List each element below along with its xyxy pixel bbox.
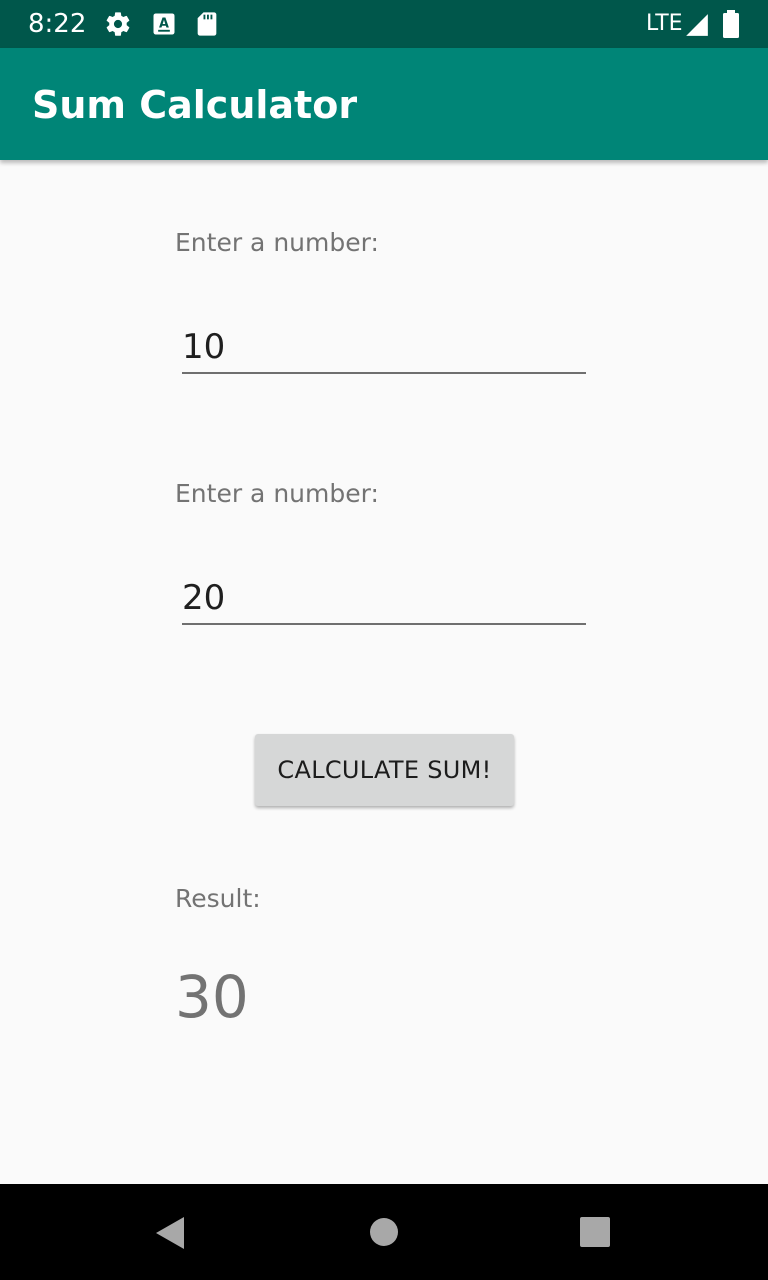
- result-value: 30: [175, 963, 249, 1031]
- network-type: LTE: [646, 11, 683, 36]
- svg-text:A: A: [159, 17, 169, 32]
- back-icon[interactable]: [138, 1200, 202, 1264]
- second-number-label: Enter a number:: [175, 479, 379, 508]
- a-keyboard-icon: A: [150, 10, 178, 38]
- first-number-label: Enter a number:: [175, 228, 379, 257]
- app-title: Sum Calculator: [32, 83, 358, 127]
- second-number-input[interactable]: [182, 573, 586, 625]
- navigation-bar: [0, 1184, 768, 1280]
- result-label: Result:: [175, 884, 261, 913]
- status-bar: 8:22 A LTE: [0, 0, 768, 48]
- calculate-sum-button[interactable]: CALCULATE SUM!: [255, 734, 514, 806]
- recents-icon[interactable]: [563, 1200, 627, 1264]
- sd-card-icon: [193, 10, 221, 38]
- app-bar: Sum Calculator: [0, 48, 768, 160]
- home-icon[interactable]: [352, 1200, 416, 1264]
- first-number-input[interactable]: [182, 322, 586, 374]
- status-time: 8:22: [28, 9, 87, 39]
- gear-icon: [104, 10, 132, 38]
- battery-icon: [718, 9, 744, 39]
- signal-icon: [684, 12, 712, 40]
